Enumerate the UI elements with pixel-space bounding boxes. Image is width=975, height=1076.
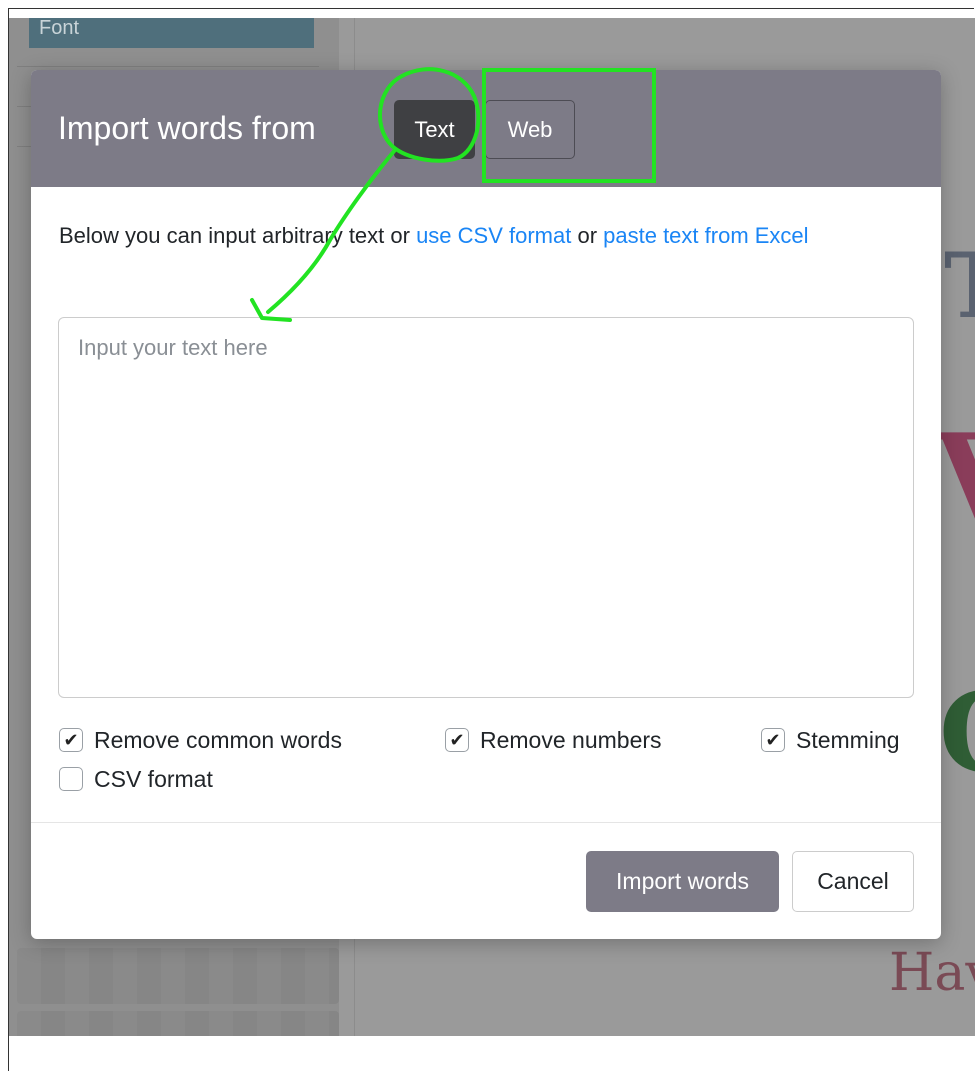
checkbox-unchecked-icon[interactable] — [59, 767, 83, 791]
sidebar-divider — [17, 66, 319, 67]
tab-web[interactable]: Web — [485, 100, 575, 159]
option-label: Remove common words — [94, 726, 342, 753]
sidebar-tab-font[interactable]: Font — [29, 18, 314, 48]
option-remove-common-words[interactable]: ✔ Remove common words — [59, 724, 342, 756]
checkbox-checked-icon[interactable]: ✔ — [761, 728, 785, 752]
checkbox-checked-icon[interactable]: ✔ — [445, 728, 469, 752]
modal-title: Import words from — [58, 110, 316, 146]
import-words-button[interactable]: Import words — [586, 851, 779, 912]
tab-text[interactable]: Text — [394, 100, 475, 159]
sidebar-tile[interactable] — [17, 1011, 339, 1036]
description-text: Below you can input arbitrary text or — [59, 223, 417, 248]
canvas-word-fragment: C — [939, 668, 975, 797]
sidebar-tile[interactable] — [17, 948, 339, 1004]
description-text: or — [571, 223, 604, 248]
modal-description: Below you can input arbitrary text or us… — [59, 216, 899, 255]
cancel-button[interactable]: Cancel — [792, 851, 914, 912]
canvas-word-fragment: T — [944, 233, 975, 339]
use-csv-format-link[interactable]: use CSV format — [416, 223, 571, 248]
checkbox-checked-icon[interactable]: ✔ — [59, 728, 83, 752]
option-label: Stemming — [796, 726, 900, 753]
canvas-word-fragment: Hav — [889, 943, 975, 1003]
text-input[interactable] — [58, 317, 914, 698]
modal-header: Import words from Text Web — [31, 70, 941, 187]
option-label: CSV format — [94, 765, 213, 792]
paste-from-excel-link[interactable]: paste text from Excel — [603, 223, 808, 248]
canvas-word-fragment: Vi — [935, 408, 975, 549]
option-label: Remove numbers — [480, 726, 662, 753]
option-stemming[interactable]: ✔ Stemming — [761, 724, 900, 756]
option-remove-numbers[interactable]: ✔ Remove numbers — [445, 724, 662, 756]
option-csv-format[interactable]: CSV format — [59, 763, 213, 795]
footer-divider — [31, 822, 941, 823]
import-words-modal: Import words from Text Web Below you can… — [31, 70, 941, 939]
